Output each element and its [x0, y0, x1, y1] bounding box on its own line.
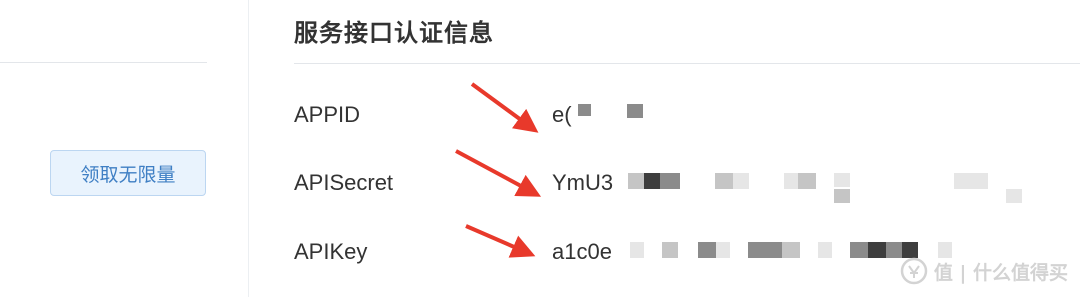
- smzdm-logo-icon: [900, 257, 928, 285]
- credential-value[interactable]: a1c0e: [552, 232, 612, 272]
- section-title: 服务接口认证信息: [294, 19, 494, 47]
- credential-label: APIKey: [294, 239, 368, 264]
- title-divider: [294, 63, 1080, 64]
- left-divider: [0, 62, 207, 63]
- credential-label: APPID: [294, 102, 361, 127]
- watermark: 值 | 什么值得买: [900, 256, 1068, 286]
- credential-row-appid: APPID e(: [294, 95, 1034, 135]
- claim-unlimited-button[interactable]: 领取无限量: [50, 150, 206, 196]
- credential-label: APISecret: [294, 170, 394, 195]
- credential-value[interactable]: YmU3: [552, 163, 613, 203]
- panel-border: [248, 0, 249, 297]
- credential-row-apisecret: APISecret YmU3: [294, 163, 1034, 203]
- credential-value[interactable]: e(: [552, 95, 572, 135]
- watermark-text: 值 | 什么值得买: [933, 261, 1068, 284]
- left-panel: 领取无限量: [0, 0, 250, 297]
